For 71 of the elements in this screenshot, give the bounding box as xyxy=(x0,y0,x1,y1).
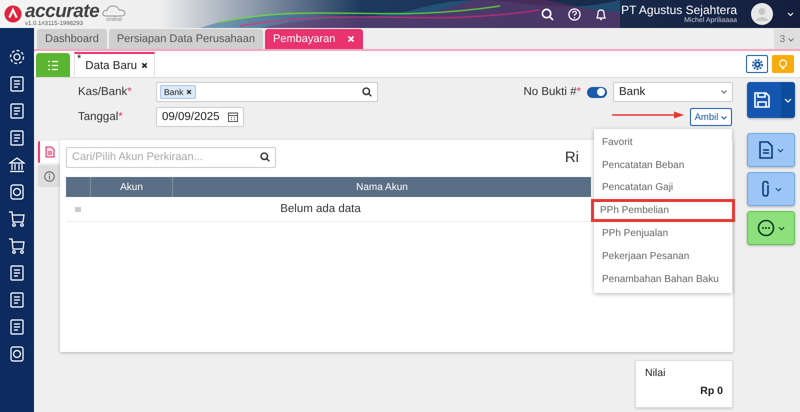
field-label: No Bukti #* xyxy=(523,86,581,98)
bell-icon[interactable] xyxy=(595,8,608,20)
search-icon[interactable] xyxy=(541,8,554,20)
list-button[interactable] xyxy=(36,53,70,77)
caret-icon xyxy=(784,98,792,102)
menu-item[interactable]: PPh Penjualan xyxy=(594,222,732,245)
empty-message: Belum ada data xyxy=(279,203,362,215)
menu-item[interactable]: Pencatatan Beban xyxy=(594,154,732,177)
avatar-icon[interactable] xyxy=(751,3,773,25)
menu-item[interactable]: Favorit xyxy=(594,131,732,154)
total-label: Nilai xyxy=(645,367,666,379)
list-icon xyxy=(47,60,59,70)
ambil-button[interactable]: Ambil xyxy=(690,108,732,126)
company-name: PT Agustus Sejahtera xyxy=(621,4,737,17)
menu-item[interactable]: Pekerjaan Pesanan xyxy=(594,244,732,268)
cloud-icon xyxy=(102,5,126,17)
logo-icon xyxy=(4,5,22,23)
settings-button[interactable] xyxy=(746,55,768,73)
remove-icon[interactable] xyxy=(186,89,192,95)
close-icon[interactable] xyxy=(141,62,148,69)
caret-icon xyxy=(721,116,727,120)
field-label: Tanggal* xyxy=(78,111,124,123)
document-menu-button[interactable] xyxy=(747,133,795,167)
caret-icon xyxy=(777,148,784,152)
caret-icon xyxy=(778,226,785,230)
menu-item[interactable]: PPh Pembelian xyxy=(591,199,735,222)
account-search-field[interactable]: Cari/Pilih Akun Perkiraan... xyxy=(66,146,276,168)
date-field[interactable]: 09/09/2025 xyxy=(156,107,244,127)
caret-icon[interactable] xyxy=(787,12,794,16)
menu-item[interactable]: Pencatatan Gaji xyxy=(594,176,732,200)
lightbulb-icon xyxy=(778,58,788,70)
calendar-icon[interactable] xyxy=(228,112,238,122)
kas-bank-field[interactable]: Bank xyxy=(156,82,378,102)
tab-count-dropdown[interactable]: 3 xyxy=(774,29,800,49)
document-icon xyxy=(758,141,774,159)
cart-icon[interactable] xyxy=(8,210,26,228)
panel-title: Ri xyxy=(564,148,579,166)
help-icon[interactable] xyxy=(568,8,582,20)
column-header: Akun xyxy=(91,177,173,197)
logo-text: accurate xyxy=(25,2,100,20)
caret-icon xyxy=(788,38,794,42)
paperclip-icon xyxy=(760,180,772,198)
menu-item[interactable]: Penambahan Bahan Baku xyxy=(594,268,732,291)
info-tab[interactable] xyxy=(38,165,60,187)
tab[interactable]: Persiapan Data Perusahaan xyxy=(108,29,264,49)
search-icon[interactable] xyxy=(362,87,372,97)
caret-icon xyxy=(721,90,727,94)
info-icon xyxy=(44,170,54,182)
document-icon xyxy=(45,146,55,158)
trolley-icon[interactable] xyxy=(8,237,26,255)
field-label: Kas/Bank* xyxy=(78,86,133,98)
number-select[interactable]: Bank xyxy=(613,82,733,102)
more-icon xyxy=(757,219,775,237)
gear-icon[interactable] xyxy=(8,48,26,66)
caret-icon xyxy=(775,186,782,192)
bank-icon[interactable] xyxy=(8,156,26,174)
save-button[interactable] xyxy=(747,82,795,118)
search-icon[interactable] xyxy=(260,152,270,162)
details-tab[interactable] xyxy=(38,141,60,163)
more-button[interactable] xyxy=(747,211,795,245)
selected-chip[interactable]: Bank xyxy=(160,85,196,99)
column-header: Nama Akun xyxy=(355,180,409,194)
annotation-arrow xyxy=(612,111,684,119)
total-value: Rp 0 xyxy=(700,385,723,397)
attachment-button[interactable] xyxy=(747,172,795,206)
auto-number-toggle[interactable] xyxy=(587,86,607,98)
settings-icon xyxy=(752,58,762,70)
tab[interactable]: Dashboard xyxy=(37,29,107,49)
row-handle-icon xyxy=(75,206,81,212)
save-icon xyxy=(753,91,771,109)
tab[interactable]: Pembayaran xyxy=(265,29,364,49)
